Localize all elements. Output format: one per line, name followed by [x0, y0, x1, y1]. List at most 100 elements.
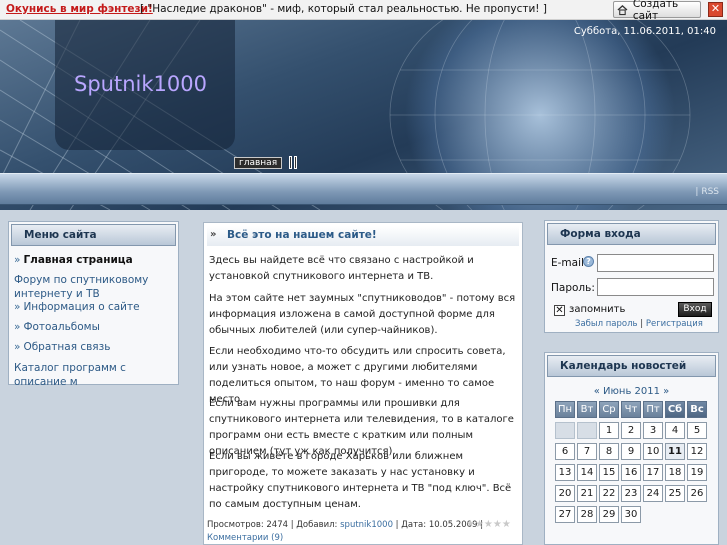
menu-item-label: Обратная связь — [23, 341, 111, 353]
email-field[interactable] — [597, 254, 714, 272]
calendar-day[interactable]: 20 — [555, 485, 575, 502]
post-paragraph: На этом сайте нет заумных "спутниководов… — [209, 293, 516, 336]
post-comments-link[interactable]: Комментарии (9) — [207, 533, 283, 543]
calendar-day[interactable]: 15 — [599, 464, 619, 481]
calendar-weekday: Ср — [599, 401, 619, 418]
calendar-weekday: Вс — [687, 401, 707, 418]
calendar-weekday: Пт — [643, 401, 663, 418]
calendar-day[interactable]: 10 — [643, 443, 663, 460]
link-separator: | — [637, 319, 646, 329]
login-block: Форма входа E-mail: ? Пароль: ✕ запомнит… — [544, 220, 719, 333]
menu-bullet: » — [14, 341, 21, 353]
calendar-day[interactable]: 25 — [665, 485, 685, 502]
nav-home-link[interactable]: главная — [234, 157, 283, 169]
calendar-block: Календарь новостей « Июнь 2011 » Пн Вт Ср Ч… — [544, 352, 719, 545]
calendar-day[interactable]: 3 — [643, 422, 663, 439]
remember-label: запомнить — [569, 304, 626, 315]
menu-bullet: » — [14, 301, 21, 313]
calendar-month-nav[interactable]: « Июнь 2011 » — [545, 386, 718, 397]
calendar-day[interactable]: 5 — [687, 422, 707, 439]
calendar-day[interactable]: 17 — [643, 464, 663, 481]
calendar-day[interactable]: 24 — [643, 485, 663, 502]
password-label: Пароль: — [551, 282, 595, 294]
calendar-empty-cell — [577, 422, 597, 439]
register-link[interactable]: Регистрация — [646, 319, 703, 329]
site-header: Sputnik1000 Суббота, 11.06.2011, 01:40 г… — [0, 20, 727, 210]
email-label: E-mail: — [551, 257, 588, 269]
post-paragraph: Здесь вы найдете всё что связано с настр… — [209, 255, 474, 282]
calendar-day[interactable]: 7 — [577, 443, 597, 460]
calendar-day[interactable]: 9 — [621, 443, 641, 460]
post-views: Просмотров: 2474 | Добавил: — [207, 520, 341, 530]
calendar-day[interactable]: 6 — [555, 443, 575, 460]
post-author-link[interactable]: sputnik1000 — [340, 520, 393, 530]
menu-item-label: Форум по спутниковому интернету и ТВ — [14, 274, 149, 300]
login-button[interactable]: Вход — [678, 302, 712, 317]
promo-text[interactable]: [ "Наследие драконов" - миф, который ста… — [140, 3, 547, 15]
login-block-title: Форма входа — [560, 228, 641, 240]
calendar-day[interactable]: 18 — [665, 464, 685, 481]
calendar-day[interactable]: 30 — [621, 506, 641, 523]
menu-bullet: » — [14, 254, 21, 266]
calendar-block-title: Календарь новостей — [560, 360, 687, 372]
login-links: Забыл пароль | Регистрация — [575, 319, 703, 329]
nav-separator-icon — [289, 156, 297, 169]
info-icon[interactable]: ? — [583, 256, 594, 267]
menu-item-label: Фотоальбомы — [23, 321, 100, 333]
calendar-weekday: Чт — [621, 401, 641, 418]
calendar-day[interactable]: 22 — [599, 485, 619, 502]
promo-link[interactable]: Окунись в мир фэнтези! — [6, 3, 153, 15]
calendar-day[interactable]: 27 — [555, 506, 575, 523]
calendar-day[interactable]: 23 — [621, 485, 641, 502]
calendar-empty-cell — [555, 422, 575, 439]
menu-item-label: Информация о сайте — [23, 301, 140, 313]
create-site-button[interactable]: Создать сайт — [613, 0, 701, 22]
calendar-day[interactable]: 2 — [621, 422, 641, 439]
post-title[interactable]: Всё это на нашем сайте! — [227, 229, 377, 241]
remember-checkbox[interactable]: ✕ — [554, 305, 565, 316]
calendar-day[interactable]: 12 — [687, 443, 707, 460]
post-block: » Всё это на нашем сайте! Здесь вы найде… — [203, 222, 523, 545]
menu-item-feedback[interactable]: » Обратная связь — [14, 340, 110, 354]
calendar-day[interactable]: 16 — [621, 464, 641, 481]
calendar-day[interactable]: 11 — [665, 443, 685, 460]
menu-item-label: Главная страница — [23, 254, 133, 266]
create-site-label: Создать сайт — [632, 0, 679, 22]
site-title[interactable]: Sputnik1000 — [74, 72, 207, 96]
menu-item-catalog[interactable]: Каталог программ с описание м — [14, 361, 176, 389]
forgot-password-link[interactable]: Забыл пароль — [575, 319, 638, 329]
calendar-day[interactable]: 14 — [577, 464, 597, 481]
calendar-day[interactable]: 4 — [665, 422, 685, 439]
password-field[interactable] — [597, 278, 714, 296]
login-block-header: Форма входа — [547, 223, 716, 245]
top-promo-bar: Окунись в мир фэнтези! [ "Наследие драко… — [0, 0, 727, 22]
calendar-weekday: Сб — [665, 401, 685, 418]
calendar-weekday: Пн — [555, 401, 575, 418]
calendar-day[interactable]: 19 — [687, 464, 707, 481]
rss-link[interactable]: | RSS — [695, 187, 719, 197]
rating-stars-icon[interactable]: ★★★★★ — [466, 519, 511, 530]
post-paragraph: Если вы живёте в городе Харьков или ближ… — [209, 451, 512, 510]
calendar-weekday: Вт — [577, 401, 597, 418]
calendar-day[interactable]: 28 — [577, 506, 597, 523]
menu-item-photos[interactable]: » Фотоальбомы — [14, 320, 100, 334]
home-icon — [617, 4, 628, 15]
menu-item-forum[interactable]: Форум по спутниковому интернету и ТВ — [14, 273, 174, 301]
calendar-day[interactable]: 1 — [599, 422, 619, 439]
nav-strip — [0, 173, 727, 205]
menu-bullet: » — [14, 321, 21, 333]
calendar-day[interactable]: 29 — [599, 506, 619, 523]
calendar-day[interactable]: 26 — [687, 485, 707, 502]
post-header: » Всё это на нашем сайте! — [207, 226, 519, 246]
calendar-day[interactable]: 13 — [555, 464, 575, 481]
menu-item-home[interactable]: » Главная страница — [14, 253, 133, 267]
close-icon[interactable]: ✕ — [708, 2, 723, 17]
menu-block-header: Меню сайта — [11, 224, 176, 246]
calendar-day[interactable]: 21 — [577, 485, 597, 502]
site-menu-block: Меню сайта » Главная страница Форум по сп… — [8, 221, 179, 388]
menu-item-about[interactable]: » Информация о сайте — [14, 300, 140, 314]
double-arrow-icon: » — [210, 229, 217, 240]
menu-item-label: Каталог программ с описание м — [14, 362, 126, 388]
calendar-day[interactable]: 8 — [599, 443, 619, 460]
calendar-block-header: Календарь новостей — [547, 355, 716, 377]
